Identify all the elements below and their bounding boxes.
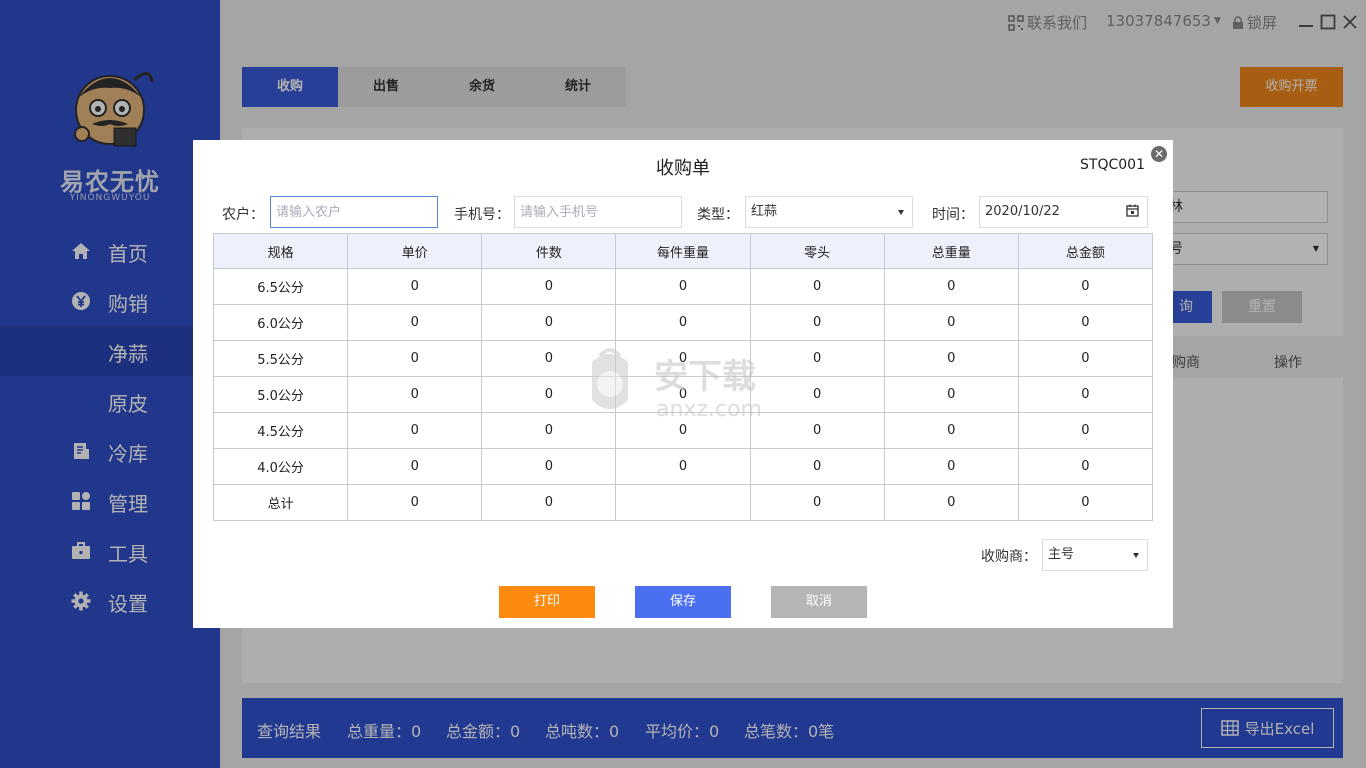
cell-weight-per-piece[interactable]: 0 <box>615 304 751 341</box>
save-button[interactable]: 保存 <box>635 586 731 618</box>
cell-unit-price[interactable]: 0 <box>347 376 483 413</box>
cell-spec: 4.5公分 <box>212 412 349 449</box>
watermark-logo: 安下载 anxz.com <box>592 348 762 422</box>
table-row: 4.0公分 0 0 0 0 0 0 <box>212 448 1154 485</box>
close-icon[interactable]: ✕ <box>1151 146 1167 162</box>
cell-total-amount: 0 <box>1017 340 1154 377</box>
cell-total-amount: 0 <box>1017 412 1154 449</box>
cell-pieces: 0 <box>481 484 617 521</box>
cancel-button[interactable]: 取消 <box>771 586 867 618</box>
svg-text:anxz.com: anxz.com <box>656 397 762 422</box>
dialog-title: 收购单 <box>656 158 710 179</box>
col-unit-price: 单价 <box>347 233 483 269</box>
buyer-select-value: 主号 <box>1048 547 1075 562</box>
farmer-input[interactable] <box>270 196 438 228</box>
table-total-row: 总计 0 0 0 0 0 <box>212 484 1154 521</box>
cell-total-amount: 0 <box>1017 448 1154 485</box>
cell-odd[interactable]: 0 <box>749 268 885 305</box>
cell-weight-per-piece[interactable]: 0 <box>615 448 751 485</box>
buyer-label: 收购商： <box>981 549 1037 565</box>
table-row: 6.0公分 0 0 0 0 0 0 <box>212 304 1154 341</box>
type-select[interactable]: 红蒜 <box>745 196 913 228</box>
cell-total-weight: 0 <box>883 268 1019 305</box>
cell-total-weight: 0 <box>883 376 1019 413</box>
date-picker[interactable]: 2020/10/22 <box>979 196 1148 228</box>
cell-total-weight: 0 <box>883 448 1019 485</box>
col-weight-per-piece: 每件重量 <box>615 233 751 269</box>
cell-odd[interactable]: 0 <box>749 448 885 485</box>
cell-odd: 0 <box>749 484 885 521</box>
cell-pieces[interactable]: 0 <box>481 268 617 305</box>
col-pieces: 件数 <box>481 233 617 269</box>
cell-total-amount: 0 <box>1017 376 1154 413</box>
cell-unit-price[interactable]: 0 <box>347 412 483 449</box>
col-spec: 规格 <box>212 233 349 269</box>
cell-pieces[interactable]: 0 <box>481 304 617 341</box>
table-header-row: 规格 单价 件数 每件重量 零头 总重量 总金额 <box>212 233 1154 269</box>
cell-unit-price[interactable]: 0 <box>347 268 483 305</box>
cell-unit-price[interactable]: 0 <box>347 448 483 485</box>
cell-weight-per-piece <box>615 484 751 521</box>
date-value: 2020/10/22 <box>985 204 1060 219</box>
cell-pieces[interactable]: 0 <box>481 448 617 485</box>
cell-total-amount: 0 <box>1017 484 1154 521</box>
cell-spec: 总计 <box>212 484 349 521</box>
cell-spec: 5.5公分 <box>212 340 349 377</box>
farmer-label: 农户： <box>222 207 264 223</box>
table-row: 6.5公分 0 0 0 0 0 0 <box>212 268 1154 305</box>
type-select-value: 红蒜 <box>751 204 778 219</box>
col-odd: 零头 <box>749 233 885 269</box>
type-label: 类型： <box>697 207 739 223</box>
cell-total-amount: 0 <box>1017 268 1154 305</box>
cell-spec: 6.0公分 <box>212 304 349 341</box>
chevron-down-icon <box>1133 553 1139 558</box>
buyer-select[interactable]: 主号 <box>1042 539 1148 571</box>
cell-spec: 6.5公分 <box>212 268 349 305</box>
cell-total-weight: 0 <box>883 340 1019 377</box>
order-code: STQC001 <box>1080 157 1145 173</box>
cell-unit-price[interactable]: 0 <box>347 304 483 341</box>
col-total-weight: 总重量 <box>883 233 1019 269</box>
cell-total-amount: 0 <box>1017 304 1154 341</box>
phone-label: 手机号： <box>454 207 510 223</box>
chevron-down-icon <box>898 210 904 215</box>
cell-total-weight: 0 <box>883 484 1019 521</box>
cell-spec: 5.0公分 <box>212 376 349 413</box>
cell-weight-per-piece[interactable]: 0 <box>615 268 751 305</box>
cell-unit-price: 0 <box>347 484 483 521</box>
cell-total-weight: 0 <box>883 412 1019 449</box>
col-total-amount: 总金额 <box>1017 233 1154 269</box>
print-button[interactable]: 打印 <box>499 586 595 618</box>
time-label: 时间： <box>932 207 974 223</box>
cell-odd[interactable]: 0 <box>749 304 885 341</box>
calendar-icon <box>1126 204 1139 217</box>
cell-total-weight: 0 <box>883 304 1019 341</box>
cell-spec: 4.0公分 <box>212 448 349 485</box>
svg-text:安下载: 安下载 <box>654 357 756 397</box>
phone-input[interactable] <box>514 196 682 228</box>
cell-unit-price[interactable]: 0 <box>347 340 483 377</box>
